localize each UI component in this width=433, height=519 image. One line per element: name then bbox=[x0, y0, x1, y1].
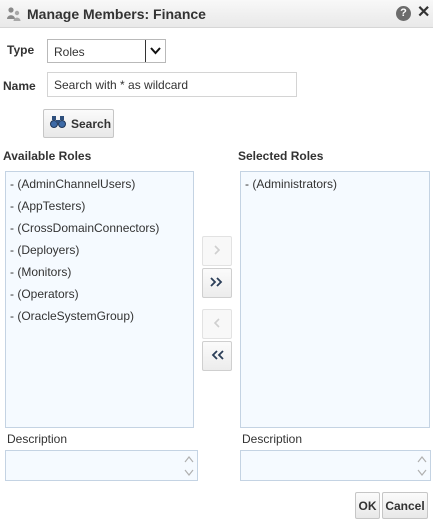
name-search-input[interactable] bbox=[47, 72, 297, 97]
list-item[interactable]: - (Deployers) bbox=[10, 243, 79, 257]
search-button[interactable]: Search bbox=[43, 109, 114, 138]
list-item[interactable]: - (OracleSystemGroup) bbox=[10, 309, 134, 323]
scroll-arrows-icon[interactable] bbox=[416, 452, 428, 480]
selected-description-label: Description bbox=[242, 432, 303, 446]
ok-button[interactable]: OK bbox=[355, 492, 380, 519]
list-item[interactable]: - (Administrators) bbox=[245, 177, 337, 191]
help-icon[interactable]: ? bbox=[396, 6, 411, 21]
selected-roles-list[interactable]: - (Administrators) bbox=[240, 171, 430, 428]
selected-roles-title: Selected Roles bbox=[238, 149, 324, 163]
close-icon[interactable]: ✕ bbox=[417, 4, 430, 22]
list-item[interactable]: - (AppTesters) bbox=[10, 199, 85, 213]
cancel-button[interactable]: Cancel bbox=[382, 492, 428, 519]
type-label: Type bbox=[7, 43, 35, 57]
binoculars-icon bbox=[50, 115, 66, 132]
available-roles-title: Available Roles bbox=[3, 149, 92, 163]
chevron-down-icon[interactable] bbox=[145, 40, 165, 62]
type-select[interactable]: Roles bbox=[47, 39, 166, 63]
chevron-right-icon bbox=[212, 244, 222, 259]
available-description-label: Description bbox=[7, 432, 68, 446]
double-chevron-right-icon bbox=[209, 276, 225, 291]
move-button[interactable] bbox=[202, 236, 232, 266]
list-item[interactable]: - (Monitors) bbox=[10, 265, 71, 279]
chevron-left-icon bbox=[212, 317, 222, 332]
search-button-label: Search bbox=[71, 116, 112, 131]
dialog-title: Manage Members: Finance bbox=[27, 6, 206, 22]
available-description-field[interactable] bbox=[5, 450, 198, 481]
selected-description-field[interactable] bbox=[240, 450, 431, 481]
move-all-button[interactable] bbox=[202, 268, 232, 298]
remove-button[interactable] bbox=[202, 309, 232, 339]
available-roles-list[interactable]: - (AdminChannelUsers) - (AppTesters) - (… bbox=[5, 171, 194, 428]
remove-all-button[interactable] bbox=[202, 341, 232, 371]
list-item[interactable]: - (Operators) bbox=[10, 287, 79, 301]
scroll-arrows-icon[interactable] bbox=[183, 452, 195, 480]
list-item[interactable]: - (CrossDomainConnectors) bbox=[10, 221, 159, 235]
type-select-value: Roles bbox=[54, 45, 85, 59]
list-item[interactable]: - (AdminChannelUsers) bbox=[10, 177, 135, 191]
manage-members-icon bbox=[6, 6, 22, 22]
name-label: Name bbox=[3, 79, 36, 93]
double-chevron-left-icon bbox=[209, 349, 225, 364]
